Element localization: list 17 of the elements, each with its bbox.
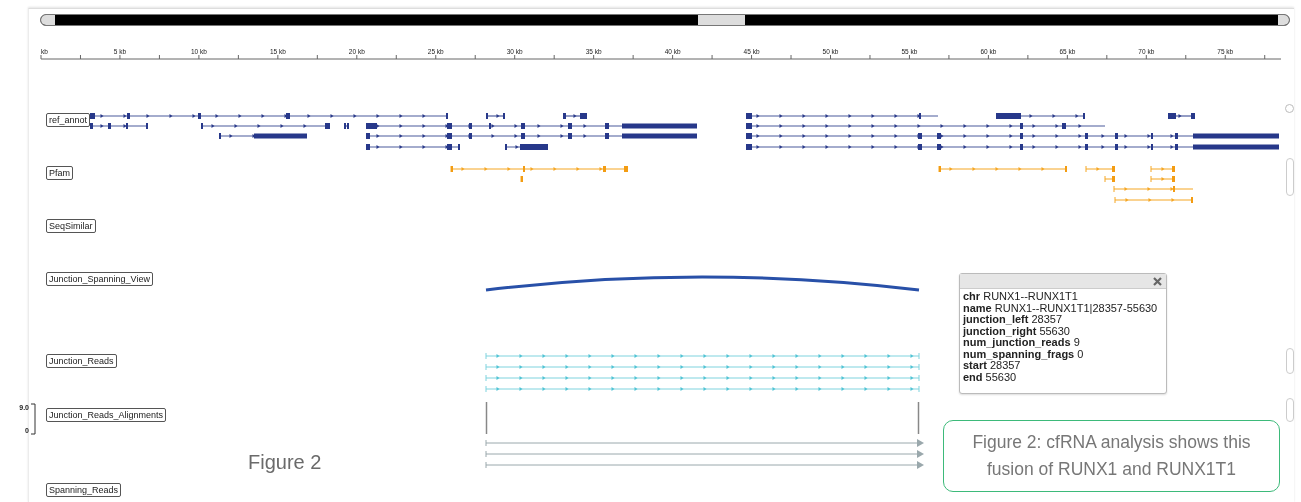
- popup-field: junction_left 28357: [963, 314, 1163, 326]
- track-label[interactable]: Junction_Spanning_View: [46, 272, 153, 286]
- track-label[interactable]: SeqSimilar: [46, 219, 96, 233]
- figure-label: Figure 2: [248, 451, 322, 474]
- caption-box: Figure 2: cfRNA analysis shows this fusion of RUNX1 and RUNX1T1: [943, 420, 1280, 492]
- popup-field: num_junction_reads 9: [963, 337, 1163, 349]
- track-label[interactable]: Spanning_Reads: [46, 483, 122, 497]
- popup-field: num_spanning_frags 0: [963, 348, 1163, 360]
- popup-field: name RUNX1--RUNX1T1|28357-55630: [963, 302, 1163, 314]
- popup-field: junction_right 55630: [963, 325, 1163, 337]
- track-label[interactable]: ref_annot: [46, 113, 91, 127]
- popup-field: end 55630: [963, 371, 1163, 383]
- track-label[interactable]: Pfam: [46, 166, 73, 180]
- track-label[interactable]: Junction_Reads: [46, 354, 117, 368]
- popup-field: chr RUNX1--RUNX1T1: [963, 291, 1163, 303]
- track-label[interactable]: Junction_Reads_Alignments: [46, 408, 167, 422]
- popup-field: start 28357: [963, 360, 1163, 372]
